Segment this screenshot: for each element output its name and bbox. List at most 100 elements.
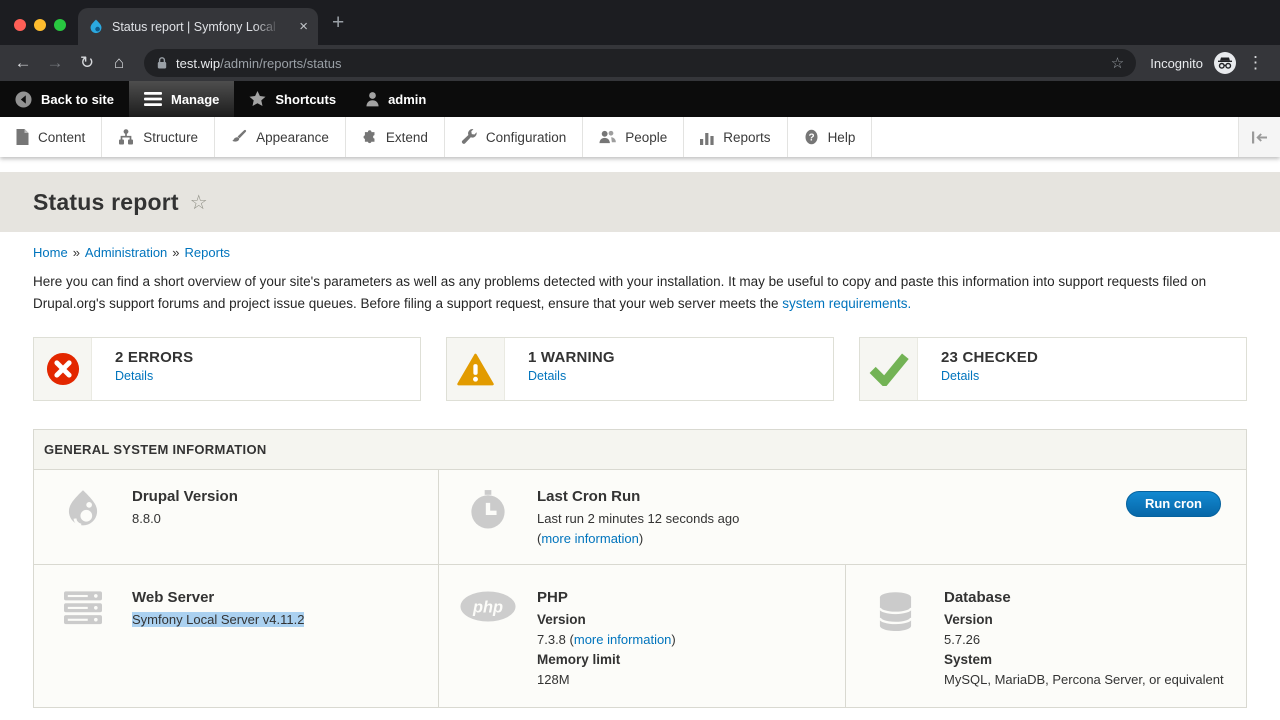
warnings-count: 1 WARNING: [528, 349, 615, 366]
drupal-version-cell: Drupal Version 8.8.0: [34, 470, 439, 564]
help-icon: ?: [804, 129, 819, 145]
database-version-label: Version: [944, 610, 1224, 630]
menu-item-extend[interactable]: Extend: [346, 117, 445, 157]
checked-card: 23 CHECKED Details: [859, 337, 1247, 401]
back-circle-icon: [15, 91, 32, 108]
manage-label: Manage: [171, 92, 219, 107]
breadcrumb-separator: »: [68, 245, 85, 260]
back-to-site-label: Back to site: [41, 92, 114, 107]
php-cell: php PHP Version 7.3.8 (more information)…: [439, 565, 846, 707]
breadcrumb-home[interactable]: Home: [33, 245, 68, 260]
wrench-icon: [461, 129, 477, 145]
php-icon: php: [460, 591, 516, 622]
menu-item-reports[interactable]: Reports: [684, 117, 787, 157]
web-server-value-highlighted: Symfony Local Server v4.11.2: [132, 612, 304, 627]
status-summary-cards: 2 ERRORS Details 1 WARNING Details: [33, 337, 1247, 401]
breadcrumb-reports[interactable]: Reports: [185, 245, 231, 260]
menu-item-help[interactable]: ? Help: [788, 117, 873, 157]
php-memory-label: Memory limit: [537, 650, 676, 670]
php-memory-value: 128M: [537, 670, 676, 690]
menu-item-label: Appearance: [256, 130, 329, 145]
last-cron-cell: Last Cron Run Last run 2 minutes 12 seco…: [439, 470, 1246, 564]
checkmark-icon: [869, 352, 909, 386]
tab-title-fade: [254, 20, 280, 34]
last-cron-link-line: (more information): [537, 529, 739, 549]
incognito-label: Incognito: [1150, 56, 1203, 71]
menu-item-content[interactable]: Content: [0, 117, 102, 157]
last-cron-title: Last Cron Run: [537, 488, 739, 505]
minimize-window-button[interactable]: [34, 19, 46, 31]
paintbrush-icon: [231, 129, 247, 145]
checked-icon-box: [860, 338, 918, 400]
menu-item-people[interactable]: People: [583, 117, 684, 157]
close-window-button[interactable]: [14, 19, 26, 31]
php-version-label: Version: [537, 610, 676, 630]
panel-heading: GENERAL SYSTEM INFORMATION: [34, 430, 1246, 470]
back-to-site-button[interactable]: Back to site: [0, 81, 129, 117]
menu-item-label: Reports: [723, 130, 770, 145]
reload-icon[interactable]: ↻: [74, 53, 100, 73]
url-text: test.wip/admin/reports/status: [176, 56, 341, 71]
barchart-icon: [700, 130, 714, 145]
checked-count: 23 CHECKED: [941, 349, 1038, 366]
breadcrumb-administration[interactable]: Administration: [85, 245, 167, 260]
database-system-value: MySQL, MariaDB, Percona Server, or equiv…: [944, 670, 1224, 690]
drupal-version-title: Drupal Version: [132, 488, 238, 505]
menu-item-appearance[interactable]: Appearance: [215, 117, 346, 157]
shortcuts-tab[interactable]: Shortcuts: [234, 81, 351, 117]
checked-details-link[interactable]: Details: [941, 369, 1038, 383]
run-cron-button[interactable]: Run cron: [1126, 491, 1221, 517]
home-icon[interactable]: ⌂: [106, 53, 132, 73]
back-icon[interactable]: ←: [10, 53, 36, 73]
system-requirements-link[interactable]: system requirements.: [782, 296, 911, 311]
general-system-info-panel: GENERAL SYSTEM INFORMATION Drupal Versio…: [33, 429, 1247, 708]
window-controls[interactable]: [14, 19, 66, 31]
shortcuts-label: Shortcuts: [275, 92, 336, 107]
warnings-icon-box: [447, 338, 505, 400]
address-bar[interactable]: test.wip/admin/reports/status ☆: [144, 49, 1136, 77]
menu-item-label: People: [625, 130, 667, 145]
browser-tab[interactable]: Status report | Symfony Local Se ×: [78, 8, 318, 45]
breadcrumb-separator: »: [167, 245, 184, 260]
menu-item-structure[interactable]: Structure: [102, 117, 215, 157]
forward-icon[interactable]: →: [42, 53, 68, 73]
web-server-title: Web Server: [132, 589, 304, 606]
menu-item-configuration[interactable]: Configuration: [445, 117, 583, 157]
browser-navbar: ← → ↻ ⌂ test.wip/admin/reports/status ☆ …: [0, 45, 1280, 81]
favorite-star-icon[interactable]: ☆: [190, 190, 208, 215]
php-more-information-link[interactable]: more information: [574, 632, 672, 647]
maximize-window-button[interactable]: [54, 19, 66, 31]
drupal-admin-toolbar: Back to site Manage Shortcuts admin: [0, 81, 1280, 117]
errors-icon-box: [34, 338, 92, 400]
user-menu[interactable]: admin: [351, 81, 441, 117]
drupal-drop-icon: [66, 490, 100, 532]
manage-tab[interactable]: Manage: [129, 81, 234, 117]
php-version-line: 7.3.8 (more information): [537, 630, 676, 650]
bookmark-star-icon[interactable]: ☆: [1111, 54, 1124, 72]
browser-menu-icon[interactable]: ⋮: [1247, 53, 1264, 73]
server-icon: [64, 591, 102, 625]
user-icon: [366, 91, 379, 107]
errors-card: 2 ERRORS Details: [33, 337, 421, 401]
drupal-favicon-icon: [88, 19, 104, 35]
page-title: Status report: [33, 189, 179, 216]
tab-title: Status report | Symfony Local Se: [112, 20, 280, 34]
close-tab-icon[interactable]: ×: [299, 19, 308, 34]
menu-item-label: Content: [38, 130, 85, 145]
intro-paragraph: Here you can find a short overview of yo…: [33, 271, 1247, 314]
errors-count: 2 ERRORS: [115, 349, 193, 366]
panel-row-1: Drupal Version 8.8.0 Last Cron Run Last …: [34, 470, 1246, 565]
database-icon: [879, 591, 912, 632]
errors-details-link[interactable]: Details: [115, 369, 193, 383]
database-version-value: 5.7.26: [944, 630, 1224, 650]
hamburger-icon: [144, 92, 162, 106]
warnings-details-link[interactable]: Details: [528, 369, 615, 383]
new-tab-button[interactable]: +: [332, 11, 344, 35]
main-content: Home»Administration»Reports Here you can…: [0, 245, 1280, 708]
toolbar-collapse-button[interactable]: [1238, 117, 1280, 157]
shortcuts-star-icon: [249, 91, 266, 107]
cron-more-information-link[interactable]: more information: [541, 531, 639, 546]
incognito-icon: [1213, 51, 1237, 75]
clock-icon: [469, 490, 507, 530]
browser-tab-bar: Status report | Symfony Local Se × +: [0, 0, 1280, 45]
